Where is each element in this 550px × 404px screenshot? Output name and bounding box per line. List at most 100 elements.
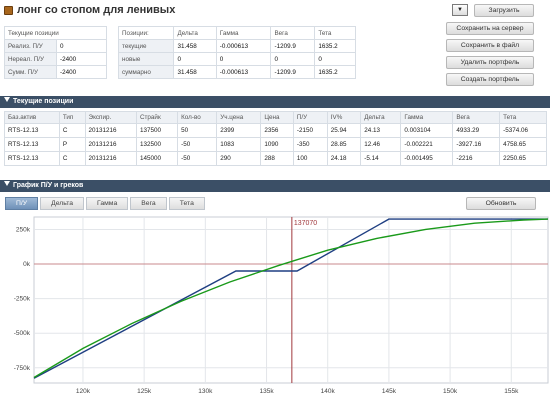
x-tick-label: 155k (504, 388, 519, 395)
x-tick-label: 145k (382, 388, 397, 395)
greeks-col-header: Гамма (215, 26, 272, 40)
position-cell: -50 (177, 151, 218, 166)
tab-gamma[interactable]: Гамма (86, 197, 129, 210)
positions-col-header[interactable]: Вега (452, 111, 501, 124)
pnl-value: 0 (56, 39, 107, 53)
greeks-cell: 31.458 (173, 39, 217, 53)
positions-col-header[interactable]: Экспир. (84, 111, 138, 124)
position-cell: C (58, 123, 86, 138)
position-cell: 25.94 (326, 123, 362, 138)
portfolio-icon (4, 5, 13, 15)
spot-price-label: 137070 (294, 220, 317, 227)
position-cell: -0.002221 (400, 137, 454, 152)
positions-col-header[interactable]: Цена (260, 111, 294, 124)
position-cell: 20131216 (84, 137, 138, 152)
y-tick-label: -750k (14, 365, 31, 372)
x-tick-label: 130k (198, 388, 213, 395)
position-row[interactable]: RTS-12.13 C 20131216 145000 -50 290 288 100 24.1… (4, 151, 547, 166)
delete-portfolio-button[interactable]: Удалить портфель (446, 56, 534, 69)
portfolio-title: лонг со стопом для ленивых (4, 3, 175, 17)
greeks-cell: 0 (270, 52, 316, 66)
positions-col-header[interactable]: IV% (326, 111, 362, 124)
position-cell: 1083 (216, 137, 262, 152)
position-cell: -3927.16 (452, 137, 501, 152)
positions-section-title: Текущие позиции (13, 98, 74, 105)
positions-col-header[interactable]: П/У (292, 111, 328, 124)
position-cell: 20131216 (84, 123, 138, 138)
plot-area (33, 216, 549, 384)
position-row[interactable]: RTS-12.13 P 20131216 132500 -50 1083 1090 -350 2… (4, 137, 547, 152)
y-tick-label: -500k (14, 330, 31, 337)
greeks-cell: -0.000613 (215, 39, 272, 53)
position-cell: -5374.06 (499, 123, 547, 138)
x-tick-label: 150k (443, 388, 458, 395)
tab-vega[interactable]: Вега (130, 197, 167, 210)
greeks-cell: -1209.9 (270, 65, 316, 79)
position-cell: -0.001495 (400, 151, 454, 166)
position-cell: RTS-12.13 (4, 137, 60, 152)
position-cell: RTS-12.13 (4, 151, 60, 166)
position-cell: 2399 (216, 123, 262, 138)
collapse-icon (4, 181, 10, 186)
position-cell: 100 (292, 151, 328, 166)
x-tick-label: 140k (321, 388, 336, 395)
pnl-label: Сумм. П/У (4, 65, 57, 79)
greeks-cell: 0 (215, 52, 272, 66)
greeks-cell: 31.458 (173, 65, 217, 79)
position-cell: RTS-12.13 (4, 123, 60, 138)
pnl-value: -2400 (56, 65, 107, 79)
positions-col-header[interactable]: Тета (499, 111, 547, 124)
pnl-table: Текущие позиции Реализ. П/У 0 Нереал. П/У… (4, 26, 107, 79)
position-cell: -350 (292, 137, 328, 152)
position-cell: 20131216 (84, 151, 138, 166)
position-cell: 137500 (135, 123, 179, 138)
tab-theta[interactable]: Тета (168, 197, 205, 210)
position-cell: P (58, 137, 86, 152)
position-row[interactable]: RTS-12.13 C 20131216 137500 50 2399 2356 -2150 2… (4, 123, 547, 138)
position-cell: -5.14 (360, 151, 402, 166)
create-portfolio-button[interactable]: Создать портфель (446, 73, 534, 86)
positions-col-header[interactable]: Гамма (400, 111, 454, 124)
greeks-cell: 0 (173, 52, 217, 66)
position-cell: 12.46 (360, 137, 402, 152)
chart-tabs: П/У Дельта Гамма Вега Тета (5, 197, 205, 210)
refresh-button[interactable]: Обновить (466, 197, 536, 210)
load-button[interactable]: Загрузить (474, 4, 534, 17)
greeks-col-header: Тета (314, 26, 356, 40)
greeks-table: Позиции: Дельта Гамма Вега Тета текущие … (117, 26, 356, 79)
greeks-col-header: Позиции: (117, 26, 175, 40)
save-file-button[interactable]: Сохранить в файл (446, 39, 534, 52)
pnl-table-header: Текущие позиции (4, 26, 107, 40)
pnl-chart: 120k 125k 130k 135k 140k 145k 150k 155k 250k 0k -2… (14, 216, 549, 395)
tab-pnl[interactable]: П/У (5, 197, 39, 210)
positions-col-header[interactable]: Тип (58, 111, 86, 124)
positions-col-header[interactable]: Баз.актив (4, 111, 60, 124)
portfolio-select[interactable]: ▼ (452, 4, 468, 16)
greeks-row-label: текущие (117, 39, 175, 53)
position-cell: 290 (216, 151, 262, 166)
x-tick-label: 135k (259, 388, 274, 395)
position-cell: 2356 (260, 123, 294, 138)
tab-delta[interactable]: Дельта (40, 197, 85, 210)
greeks-col-header: Дельта (173, 26, 217, 40)
positions-col-header[interactable]: Страйк (135, 111, 179, 124)
positions-col-header[interactable]: Уч.цена (216, 111, 262, 124)
position-cell: 4758.65 (499, 137, 547, 152)
x-tick-label: 120k (76, 388, 91, 395)
position-cell: -2216 (452, 151, 501, 166)
positions-section-bar[interactable]: Текущие позиции (0, 96, 550, 108)
save-server-button[interactable]: Сохранить на сервер (446, 22, 534, 35)
position-cell: 288 (260, 151, 294, 166)
x-tick-label: 125k (137, 388, 152, 395)
portfolio-title-text: лонг со стопом для ленивых (17, 4, 176, 16)
position-cell: 145000 (135, 151, 179, 166)
pnl-label: Нереал. П/У (4, 52, 57, 66)
chart-section-bar[interactable]: График П/У и греков (0, 180, 550, 192)
greeks-col-header: Вега (270, 26, 316, 40)
position-cell: 1090 (260, 137, 294, 152)
positions-col-header[interactable]: Кол-во (177, 111, 218, 124)
position-cell: -2150 (292, 123, 328, 138)
position-cell: 4933.29 (452, 123, 501, 138)
position-cell: 28.85 (326, 137, 362, 152)
positions-col-header[interactable]: Дельта (360, 111, 402, 124)
